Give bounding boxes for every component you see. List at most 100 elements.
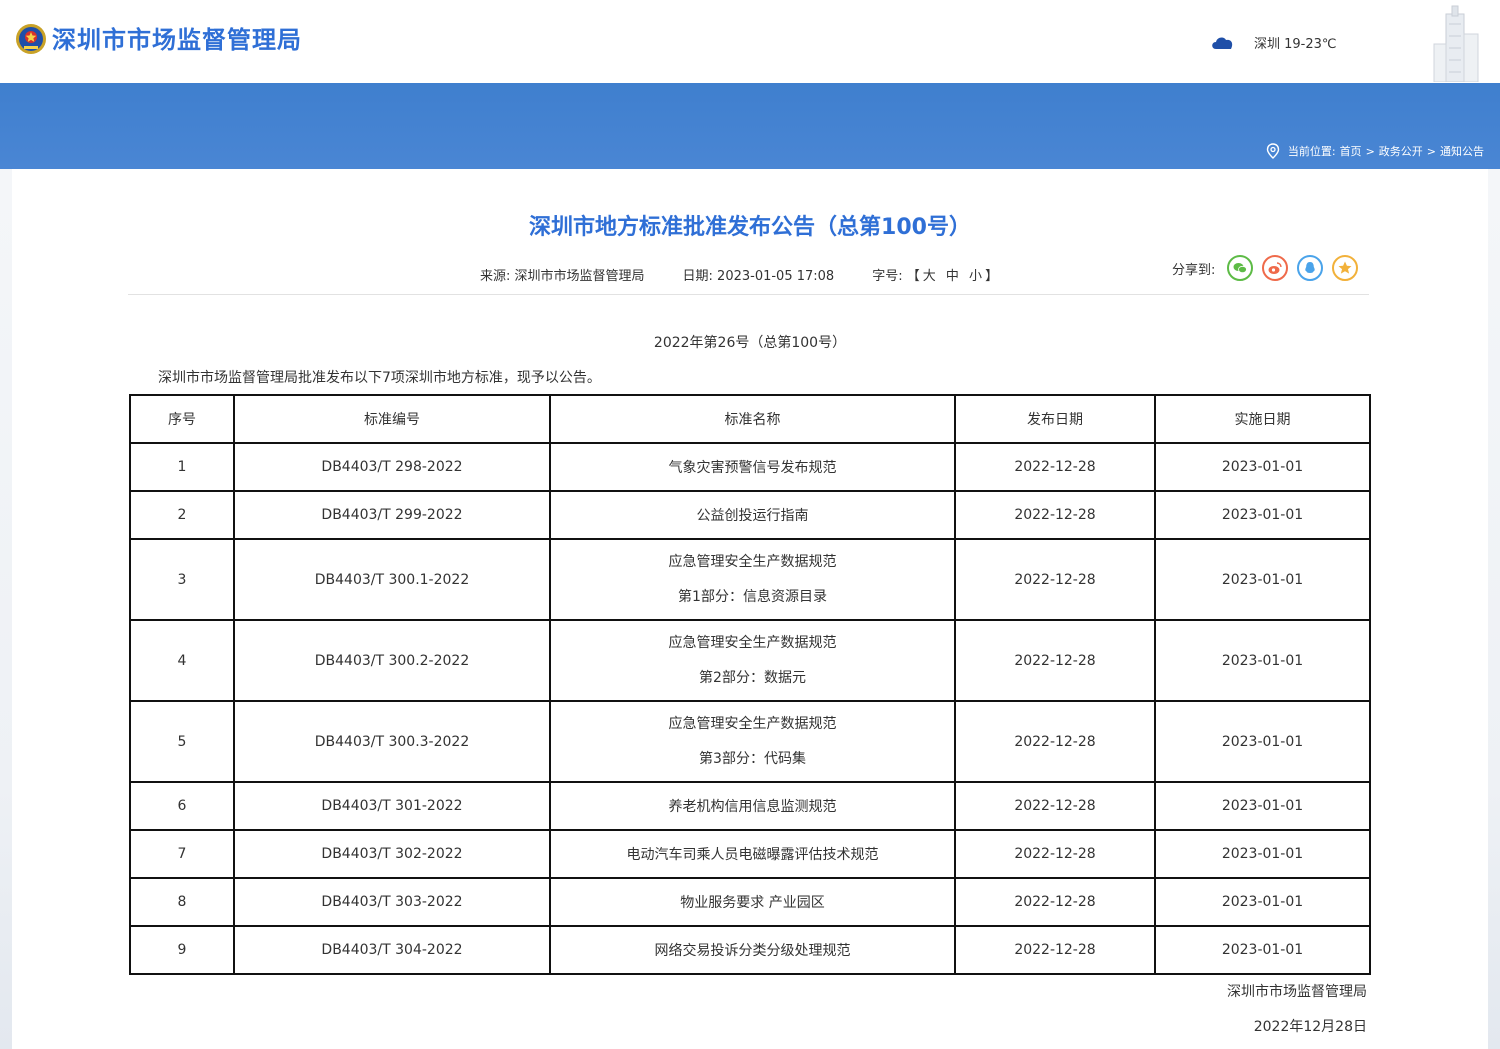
cell-effective-date: 2023-01-01 xyxy=(1154,442,1371,492)
cell-effective-date: 2023-01-01 xyxy=(1154,877,1371,927)
cell-effective-date: 2023-01-01 xyxy=(1154,490,1371,540)
header-code: 标准编号 xyxy=(233,394,551,444)
breadcrumb-label: 当前位置: xyxy=(1287,145,1336,158)
cell-effective-date: 2023-01-01 xyxy=(1154,538,1371,621)
cell-publish-date: 2022-12-28 xyxy=(954,490,1156,540)
share-label: 分享到: xyxy=(1172,262,1216,278)
cell-code: DB4403/T 303-2022 xyxy=(233,877,551,927)
cell-name: 电动汽车司乘人员电磁曝露评估技术规范 xyxy=(549,829,956,879)
cell-effective-date: 2023-01-01 xyxy=(1154,619,1371,702)
font-size-medium-button[interactable]: 中 xyxy=(946,269,959,284)
cell-code: DB4403/T 304-2022 xyxy=(233,925,551,975)
cell-effective-date: 2023-01-01 xyxy=(1154,781,1371,831)
table-row: 2 DB4403/T 299-2022 公益创投运行指南 2022-12-28 … xyxy=(129,490,1371,540)
cell-name: 网络交易投诉分类分级处理规范 xyxy=(549,925,956,975)
breadcrumb-notices[interactable]: 通知公告 xyxy=(1440,143,1484,159)
font-size-small-button[interactable]: 小 xyxy=(969,269,982,284)
cell-publish-date: 2022-12-28 xyxy=(954,442,1156,492)
cell-name-line2: 第1部分：信息资源目录 xyxy=(678,588,827,605)
share-weibo-button[interactable] xyxy=(1262,255,1289,281)
date-value: 2023-01-05 17:08 xyxy=(717,269,835,284)
source-label: 来源: xyxy=(480,269,515,284)
table-row: 1 DB4403/T 298-2022 气象灾害预警信号发布规范 2022-12… xyxy=(129,442,1371,492)
skyscraper-icon xyxy=(1433,5,1479,82)
cell-name: 公益创投运行指南 xyxy=(549,490,956,540)
table-row: 9 DB4403/T 304-2022 网络交易投诉分类分级处理规范 2022-… xyxy=(129,925,1371,975)
star-icon xyxy=(1338,261,1352,274)
notice-number: 2022年第26号（总第100号） xyxy=(653,335,847,351)
site-name[interactable]: 深圳市市场监督管理局 xyxy=(52,22,302,58)
cell-seq: 3 xyxy=(129,538,235,621)
meta-divider xyxy=(128,294,1369,295)
cell-publish-date: 2022-12-28 xyxy=(954,619,1156,702)
cell-name-line1: 应急管理安全生产数据规范 xyxy=(668,553,837,570)
cell-name-line1: 应急管理安全生产数据规范 xyxy=(668,715,837,732)
cell-publish-date: 2022-12-28 xyxy=(954,781,1156,831)
cell-seq: 7 xyxy=(129,829,235,879)
weather-text: 深圳 19-23℃ xyxy=(1254,36,1337,52)
signature-org: 深圳市市场监督管理局 xyxy=(1227,984,1367,1000)
share-favorite-button[interactable] xyxy=(1332,255,1359,281)
cell-code: DB4403/T 298-2022 xyxy=(233,442,551,492)
share-qq-button[interactable] xyxy=(1297,255,1324,281)
table-row: 7 DB4403/T 302-2022 电动汽车司乘人员电磁曝露评估技术规范 2… xyxy=(129,829,1371,879)
cell-name-line1: 应急管理安全生产数据规范 xyxy=(668,634,837,651)
breadcrumb: 当前位置: 首页 > 政务公开 > 通知公告 xyxy=(1266,143,1486,159)
cell-name: 应急管理安全生产数据规范 第1部分：信息资源目录 xyxy=(549,538,956,621)
police-emblem-logo[interactable] xyxy=(15,22,47,56)
cell-name: 物业服务要求 产业园区 xyxy=(549,877,956,927)
qq-icon xyxy=(1305,262,1316,273)
cell-name: 养老机构信用信息监测规范 xyxy=(549,781,956,831)
cell-seq: 5 xyxy=(129,700,235,783)
cell-code: DB4403/T 300.1-2022 xyxy=(233,538,551,621)
table-row: 3 DB4403/T 300.1-2022 应急管理安全生产数据规范 第1部分：… xyxy=(129,538,1371,621)
cell-seq: 9 xyxy=(129,925,235,975)
cell-seq: 8 xyxy=(129,877,235,927)
font-size-large-button[interactable]: 大 xyxy=(923,269,936,284)
cell-publish-date: 2022-12-28 xyxy=(954,925,1156,975)
date-label: 日期: xyxy=(682,269,718,284)
weather-widget: 深圳 19-23℃ xyxy=(1210,30,1337,54)
cell-effective-date: 2023-01-01 xyxy=(1154,925,1371,975)
weibo-icon xyxy=(1268,262,1283,274)
breadcrumb-gov-affairs[interactable]: 政务公开 xyxy=(1379,143,1423,159)
cloud-icon xyxy=(1212,37,1233,49)
table-row: 4 DB4403/T 300.2-2022 应急管理安全生产数据规范 第2部分：… xyxy=(129,619,1371,702)
signature-date: 2022年12月28日 xyxy=(1253,1019,1367,1035)
cell-code: DB4403/T 301-2022 xyxy=(233,781,551,831)
header-name: 标准名称 xyxy=(549,394,956,444)
top-header: 深圳市市场监督管理局 深圳 19-23℃ xyxy=(0,0,1500,83)
breadcrumb-separator: > xyxy=(1365,144,1375,158)
cell-effective-date: 2023-01-01 xyxy=(1154,700,1371,783)
cell-seq: 2 xyxy=(129,490,235,540)
cell-publish-date: 2022-12-28 xyxy=(954,700,1156,783)
table-header-row: 序号 标准编号 标准名称 发布日期 实施日期 xyxy=(129,394,1371,444)
standards-table: 序号 标准编号 标准名称 发布日期 实施日期 1 DB4403/T 298-20… xyxy=(129,394,1371,975)
table-row: 5 DB4403/T 300.3-2022 应急管理安全生产数据规范 第3部分：… xyxy=(129,700,1371,783)
header-publish-date: 发布日期 xyxy=(954,394,1156,444)
font-bracket-open: 【 xyxy=(906,269,920,284)
font-size-label: 字号: xyxy=(872,269,907,284)
cell-seq: 4 xyxy=(129,619,235,702)
article-container: 深圳市地方标准批准发布公告（总第100号） 来源: 深圳市市场监督管理局 日期:… xyxy=(12,169,1488,1049)
breadcrumb-home[interactable]: 首页 xyxy=(1340,143,1362,159)
cell-publish-date: 2022-12-28 xyxy=(954,538,1156,621)
breadcrumb-separator: > xyxy=(1426,144,1436,158)
cell-name: 应急管理安全生产数据规范 第2部分：数据元 xyxy=(549,619,956,702)
share-bar: 分享到: xyxy=(1172,255,1367,281)
header-seq: 序号 xyxy=(129,394,235,444)
cell-name-line2: 第2部分：数据元 xyxy=(699,669,806,686)
wechat-icon xyxy=(1233,263,1248,274)
share-wechat-button[interactable] xyxy=(1227,255,1254,281)
cell-code: DB4403/T 300.2-2022 xyxy=(233,619,551,702)
cell-publish-date: 2022-12-28 xyxy=(954,877,1156,927)
cell-code: DB4403/T 299-2022 xyxy=(233,490,551,540)
cell-seq: 1 xyxy=(129,442,235,492)
header-effective-date: 实施日期 xyxy=(1154,394,1371,444)
font-bracket-close: 】 xyxy=(985,269,999,284)
table-row: 8 DB4403/T 303-2022 物业服务要求 产业园区 2022-12-… xyxy=(129,877,1371,927)
cell-publish-date: 2022-12-28 xyxy=(954,829,1156,879)
cell-name-line2: 第3部分：代码集 xyxy=(699,750,806,767)
cell-code: DB4403/T 302-2022 xyxy=(233,829,551,879)
cell-code: DB4403/T 300.3-2022 xyxy=(233,700,551,783)
